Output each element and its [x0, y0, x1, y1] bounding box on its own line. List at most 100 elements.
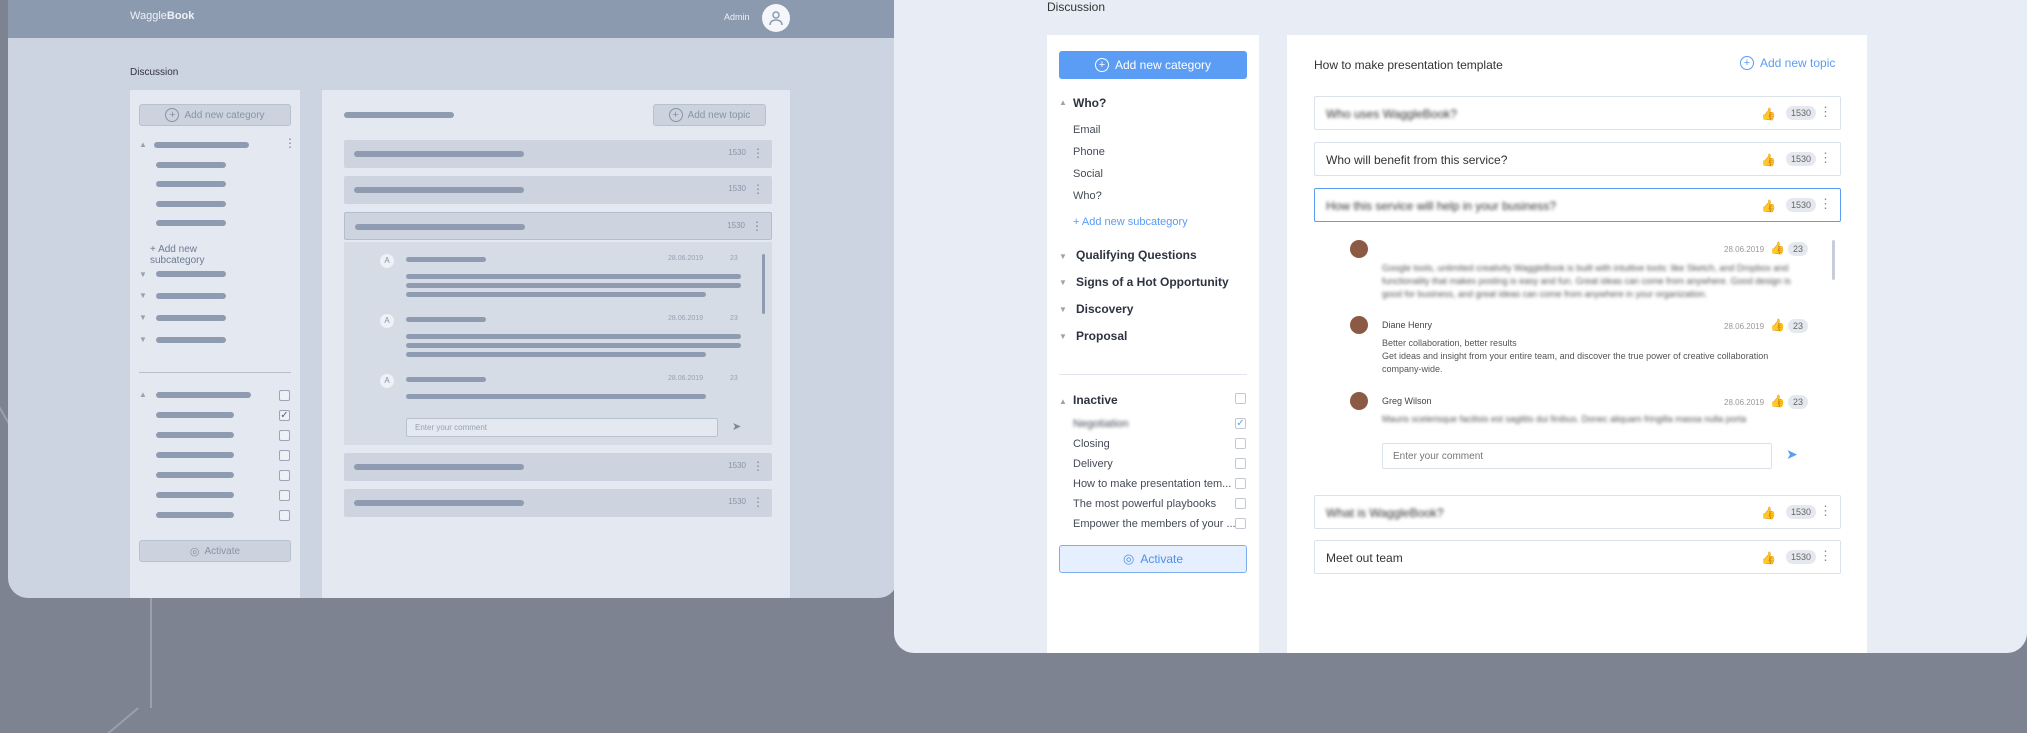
inactive-item[interactable]: Negotiation — [1073, 418, 1129, 430]
user-avatar-icon[interactable] — [762, 4, 790, 32]
thumbs-up-icon[interactable]: 👍 — [1770, 394, 1785, 408]
more-icon[interactable]: ⋮ — [752, 459, 764, 473]
topic-title: What is WaggleBook? — [1326, 506, 1444, 520]
wireframe-topic-row[interactable]: 1530 ⋮ — [344, 453, 772, 481]
wireframe-topic-row[interactable]: 1530 ⋮ — [344, 140, 772, 168]
subcategory-email[interactable]: Email — [1073, 124, 1101, 136]
inactive-item[interactable]: Empower the members of your ... — [1073, 518, 1236, 530]
checkbox[interactable] — [1235, 498, 1246, 509]
comment-like-count: 23 — [1788, 319, 1809, 333]
placeholder-bar — [406, 283, 741, 288]
send-icon[interactable]: ➤ — [732, 420, 741, 433]
thumbs-up-icon[interactable]: 👍 — [1761, 199, 1776, 213]
checkbox[interactable] — [279, 430, 290, 441]
more-icon[interactable]: ⋮ — [1819, 104, 1832, 120]
wireframe-topic-row[interactable]: 1530 ⋮ — [344, 489, 772, 517]
caret-down-icon: ▼ — [1059, 252, 1067, 261]
scrollbar[interactable] — [762, 254, 765, 314]
topic-row[interactable]: What is WaggleBook? 👍 1530 ⋮ — [1314, 495, 1841, 529]
wireframe-add-category-button[interactable]: + Add new category — [139, 104, 291, 126]
add-topic-button[interactable]: + Add new topic — [1740, 56, 1835, 70]
checkbox[interactable] — [1235, 458, 1246, 469]
wireframe-topic-row[interactable]: 1530 ⋮ — [344, 176, 772, 204]
more-icon[interactable]: ⋮ — [751, 219, 763, 233]
subcategory-social[interactable]: Social — [1073, 168, 1103, 180]
placeholder-bar — [156, 452, 234, 458]
thumbs-up-icon[interactable]: 👍 — [1761, 107, 1776, 121]
topic-row-expanded[interactable]: How this service will help in your busin… — [1314, 188, 1841, 222]
wireframe-topic-row-expanded[interactable]: 1530 ⋮ — [344, 212, 772, 240]
category-qualifying-questions[interactable]: Qualifying Questions — [1076, 248, 1197, 262]
category-proposal[interactable]: Proposal — [1076, 329, 1127, 343]
inactive-group-label[interactable]: Inactive — [1073, 393, 1118, 407]
subcategory-who[interactable]: Who? — [1073, 190, 1102, 202]
add-subcategory-link[interactable]: + Add new subcategory — [1073, 216, 1188, 228]
checkbox[interactable] — [1235, 393, 1246, 404]
placeholder-bar — [406, 352, 706, 357]
more-icon[interactable]: ⋮ — [752, 495, 764, 509]
placeholder-bar — [156, 432, 234, 438]
checkbox-checked[interactable]: ✓ — [1235, 418, 1246, 429]
caret-down-icon: ▼ — [139, 313, 147, 322]
more-icon[interactable]: ⋮ — [1819, 548, 1832, 564]
checkbox[interactable] — [279, 490, 290, 501]
checkbox[interactable] — [279, 390, 290, 401]
checkbox[interactable] — [279, 470, 290, 481]
category-signs-of-hot-opportunity[interactable]: Signs of a Hot Opportunity — [1076, 275, 1229, 289]
checkbox[interactable] — [1235, 438, 1246, 449]
more-icon[interactable]: ⋮ — [1819, 196, 1832, 212]
send-icon[interactable]: ➤ — [1786, 446, 1798, 463]
comment-text: Google tools, unlimited creativity Waggl… — [1382, 263, 1791, 299]
check-circle-icon: ◎ — [189, 545, 200, 558]
checkbox[interactable] — [1235, 518, 1246, 529]
category-who[interactable]: Who? — [1073, 96, 1106, 110]
thumbs-up-icon[interactable]: 👍 — [1770, 318, 1785, 332]
topic-title: Meet out team — [1326, 551, 1403, 565]
thumbs-up-icon[interactable]: 👍 — [1761, 153, 1776, 167]
topic-row[interactable]: Meet out team 👍 1530 ⋮ — [1314, 540, 1841, 574]
comments-scrollbar[interactable] — [1832, 240, 1835, 280]
comment-input[interactable] — [1382, 443, 1772, 469]
checkbox[interactable] — [279, 510, 290, 521]
admin-label: Admin — [724, 12, 750, 22]
topic-row[interactable]: Who will benefit from this service? 👍 1530… — [1314, 142, 1841, 176]
like-count: 1530 — [1785, 198, 1816, 212]
comment-date: 28.06.2019 — [668, 315, 704, 322]
checkbox-checked[interactable]: ✓ — [279, 410, 290, 421]
checkbox[interactable] — [1235, 478, 1246, 489]
more-icon[interactable]: ⋮ — [752, 146, 764, 160]
placeholder-bar — [156, 201, 226, 207]
placeholder-bar — [156, 181, 226, 187]
activate-button[interactable]: ◎ Activate — [1059, 545, 1247, 573]
add-category-button[interactable]: + Add new category — [1059, 51, 1247, 79]
wireframe-activate-button[interactable]: ◎ Activate — [139, 540, 291, 562]
subcategory-phone[interactable]: Phone — [1073, 146, 1105, 158]
background-line — [150, 598, 152, 708]
more-icon[interactable]: ⋮ — [1819, 503, 1832, 519]
thumbs-up-icon[interactable]: 👍 — [1770, 241, 1785, 255]
caret-up-icon: ▲ — [139, 390, 147, 399]
more-icon[interactable]: ⋮ — [752, 182, 764, 196]
brand-logo: WaggleBook — [130, 10, 194, 22]
inactive-item[interactable]: Closing — [1073, 438, 1110, 450]
thumbs-up-icon[interactable]: 👍 — [1761, 551, 1776, 565]
checkbox[interactable] — [279, 450, 290, 461]
inactive-item[interactable]: How to make presentation tem... — [1073, 478, 1231, 490]
button-label: Activate — [1140, 552, 1184, 566]
topic-row[interactable]: Who uses WaggleBook? 👍 1530 ⋮ — [1314, 96, 1841, 130]
plus-circle-icon: + — [1094, 58, 1109, 72]
like-count: 1530 — [727, 221, 745, 230]
more-icon[interactable]: ⋮ — [284, 136, 296, 150]
placeholder-bar — [354, 187, 524, 193]
placeholder-bar — [156, 392, 251, 398]
wireframe-comment-input[interactable]: Enter your comment — [406, 418, 718, 437]
like-count: 1530 — [1785, 505, 1816, 519]
inactive-item[interactable]: Delivery — [1073, 458, 1113, 470]
wireframe-add-topic-button[interactable]: + Add new topic — [653, 104, 766, 126]
more-icon[interactable]: ⋮ — [1819, 150, 1832, 166]
placeholder-bar — [406, 317, 486, 322]
category-discovery[interactable]: Discovery — [1076, 302, 1133, 316]
wireframe-add-subcategory[interactable]: + Add new subcategory — [150, 244, 204, 266]
thumbs-up-icon[interactable]: 👍 — [1761, 506, 1776, 520]
inactive-item[interactable]: The most powerful playbooks — [1073, 498, 1216, 510]
